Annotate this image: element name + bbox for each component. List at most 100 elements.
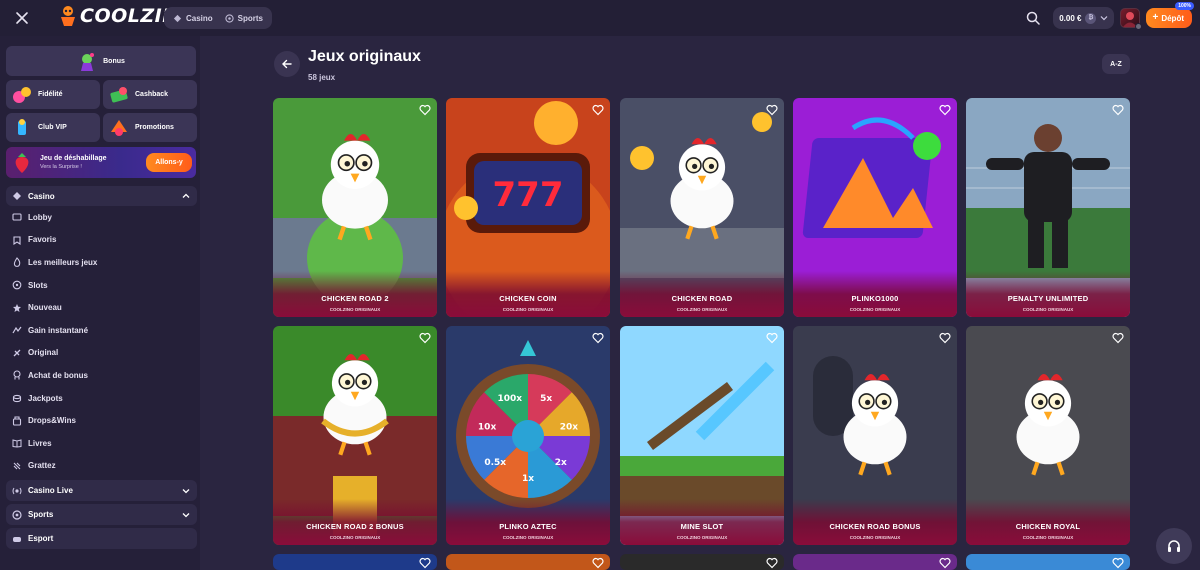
favorites-icon — [13, 236, 21, 245]
vip-icon — [18, 118, 26, 135]
support-chat-button[interactable] — [1156, 528, 1192, 564]
sidebar-item-label: Drops&Wins — [28, 416, 76, 426]
heart-icon[interactable] — [1112, 104, 1124, 116]
heart-icon[interactable] — [766, 332, 778, 344]
game-title: CHICKEN COIN — [499, 294, 557, 303]
avatar[interactable] — [1120, 8, 1143, 30]
sidebar-item-original[interactable]: Original — [6, 342, 196, 365]
heart-icon[interactable] — [419, 557, 431, 569]
sidebar-item-label: Favoris — [28, 235, 57, 245]
sidebar-item-cashback[interactable]: Cashback — [103, 80, 197, 109]
book-icon — [12, 439, 22, 448]
game-card[interactable]: CHICKEN ROAD BONUS COOLZINO ORIGINAUX — [793, 326, 957, 545]
heart-icon[interactable] — [592, 557, 604, 569]
game-card[interactable]: 777 CHICKEN COIN COOLZINO ORIGINAUX — [446, 98, 610, 317]
sidebar-item-jackpots[interactable]: Jackpots — [6, 387, 196, 410]
game-card[interactable] — [793, 554, 957, 570]
sidebar-section-sports[interactable]: Sports — [6, 504, 197, 526]
sidebar-item-nouveau[interactable]: Nouveau — [6, 296, 196, 319]
heart-icon[interactable] — [766, 557, 778, 569]
sidebar-item-favoris[interactable]: Favoris — [6, 229, 196, 252]
promo-banner[interactable]: Jeu de déshabillage Vers la Surprise ! A… — [6, 147, 196, 178]
game-card[interactable]: PENALTY UNLIMITED COOLZINO ORIGINAUX — [966, 98, 1130, 317]
game-title: CHICKEN ROYAL — [1015, 522, 1081, 531]
sidebar-item-livres[interactable]: Livres — [6, 432, 196, 455]
casino-icon — [173, 14, 182, 22]
casino-live-label: Casino Live — [28, 486, 73, 496]
sidebar-item-achat-de-bonus[interactable]: Achat de bonus — [6, 364, 196, 387]
game-card[interactable]: 5x 20x 2x 1x 0.5x 10x 100x PLINKO AZTEC COOLZINO… — [446, 326, 610, 545]
original-icon — [13, 349, 21, 357]
game-card[interactable] — [966, 554, 1130, 570]
currency-icon: ₿ — [1085, 12, 1097, 24]
casino-icon — [13, 192, 21, 200]
close-menu-button[interactable] — [12, 8, 32, 28]
sports-ball-icon — [225, 13, 234, 23]
game-provider: COOLZINO ORIGINAUX — [329, 307, 381, 312]
game-card[interactable]: MINE SLOT COOLZINO ORIGINAUX — [620, 326, 784, 545]
wheel-label: 10x — [478, 423, 497, 433]
back-button[interactable] — [274, 51, 300, 77]
balance-selector[interactable]: 0.00 € ₿ — [1053, 7, 1115, 29]
close-icon — [16, 12, 28, 24]
deposit-label: Dépôt — [1161, 13, 1184, 23]
promotions-icon — [111, 119, 127, 136]
game-provider: COOLZINO ORIGINAUX — [329, 535, 381, 540]
esport-label: Esport — [28, 534, 54, 544]
loyalty-icon — [13, 86, 31, 103]
heart-icon[interactable] — [592, 104, 604, 116]
heart-icon[interactable] — [419, 104, 431, 116]
lobby-icon — [12, 213, 22, 221]
sidebar-item-club-vip[interactable]: Club VIP — [6, 113, 100, 142]
game-card[interactable]: PLINKO1000 COOLZINO ORIGINAUX — [793, 98, 957, 317]
tab-casino[interactable]: Casino — [168, 9, 218, 27]
sidebar-section-casino-live[interactable]: Casino Live — [6, 480, 197, 502]
sidebar-bonus-card[interactable]: Bonus — [6, 46, 196, 76]
tab-sports[interactable]: Sports — [220, 9, 268, 27]
sidebar-item-fidelite[interactable]: Fidélité — [6, 80, 100, 109]
banner-cta-button[interactable]: Allons-y — [146, 153, 192, 172]
game-card[interactable]: CHICKEN ROYAL COOLZINO ORIGINAUX — [966, 326, 1130, 545]
scratch-icon — [13, 462, 21, 470]
game-card[interactable]: CHICKEN ROAD 2 COOLZINO ORIGINAUX — [273, 98, 437, 317]
game-title: PENALTY UNLIMITED — [1007, 294, 1089, 303]
heart-icon[interactable] — [592, 332, 604, 344]
game-provider: COOLZINO ORIGINAUX — [1022, 535, 1074, 540]
search-button[interactable] — [1023, 8, 1043, 28]
heart-icon[interactable] — [939, 104, 951, 116]
game-card[interactable]: CHICKEN ROAD COOLZINO ORIGINAUX — [620, 98, 784, 317]
club-vip-label: Club VIP — [38, 124, 67, 131]
sidebar-item-grattez[interactable]: Grattez — [6, 455, 196, 478]
sidebar-item-gain-instantan-[interactable]: Gain instantané — [6, 319, 196, 342]
star-icon — [13, 303, 21, 312]
sidebar-item-lobby[interactable]: Lobby — [6, 206, 196, 229]
heart-icon[interactable] — [766, 104, 778, 116]
sidebar-section-esport[interactable]: Esport — [6, 528, 197, 550]
sidebar-section-casino[interactable]: Casino — [6, 186, 197, 206]
deposit-button[interactable]: + Dépôt 100% — [1146, 2, 1194, 28]
deposit-bonus-badge: 100% — [1175, 2, 1194, 10]
top-bar: COOLZINO Casino Sports 0.00 € ₿ + Dépôt … — [0, 0, 1200, 36]
game-card[interactable]: CHICKEN ROAD 2 BONUS COOLZINO ORIGINAUX — [273, 326, 437, 545]
sidebar-item-promotions[interactable]: Promotions — [103, 113, 197, 142]
game-title: PLINKO AZTEC — [499, 522, 557, 531]
sidebar-item-slots[interactable]: Slots — [6, 274, 196, 297]
sports-label: Sports — [28, 510, 54, 520]
game-card[interactable] — [446, 554, 610, 570]
logo-mascot-icon — [61, 6, 75, 26]
sidebar-item-les-meilleurs-jeux[interactable]: Les meilleurs jeux — [6, 251, 196, 274]
sort-button[interactable]: A-Z — [1102, 54, 1130, 74]
heart-icon[interactable] — [939, 332, 951, 344]
esport-icon — [13, 536, 21, 542]
heart-icon[interactable] — [419, 332, 431, 344]
game-card[interactable] — [620, 554, 784, 570]
jackpot-icon — [12, 394, 22, 403]
heart-icon[interactable] — [1112, 332, 1124, 344]
banner-text: Jeu de déshabillage Vers la Surprise ! — [40, 155, 107, 170]
tab-casino-label: Casino — [186, 13, 213, 23]
bonus-buy-icon — [13, 370, 21, 380]
sidebar-item-drops-wins[interactable]: Drops&Wins — [6, 409, 196, 432]
heart-icon[interactable] — [1112, 557, 1124, 569]
game-card[interactable] — [273, 554, 437, 570]
heart-icon[interactable] — [939, 557, 951, 569]
